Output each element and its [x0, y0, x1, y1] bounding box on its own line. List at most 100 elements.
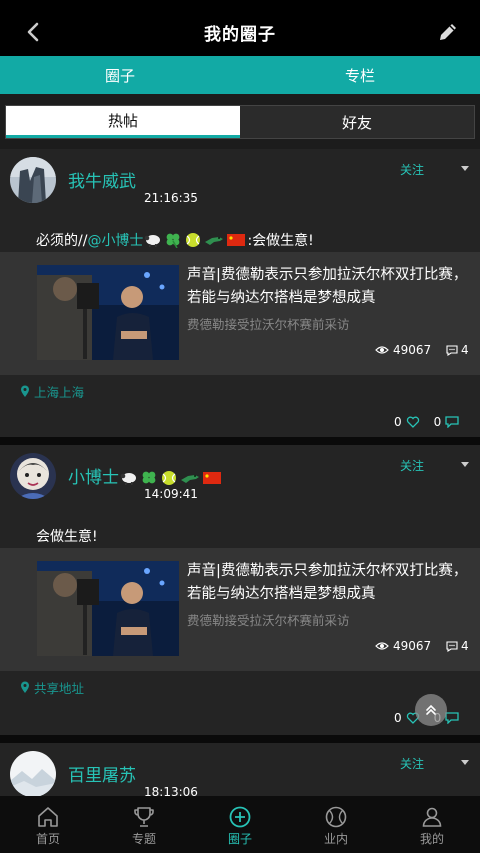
subtab-hot-posts[interactable]: 热帖 — [6, 106, 240, 138]
author-name[interactable]: 小博士 — [68, 463, 223, 488]
avatar[interactable] — [10, 157, 56, 203]
view-count-value: 49067 — [393, 639, 432, 653]
post-item[interactable]: 我牛威武 21:16:35 关注 必须的//@小博士 :会做生意! 声音|费德勒… — [0, 149, 480, 437]
main-tabs: 圈子 专栏 — [0, 56, 480, 94]
circle-plus-icon — [229, 806, 251, 828]
tennis-ball-icon — [325, 806, 347, 828]
location: 共享地址 — [20, 678, 84, 697]
top-nav-bar: 我的圈子 — [0, 8, 480, 56]
back-arrow-icon[interactable] — [22, 20, 46, 44]
clover-emoji-icon — [142, 471, 156, 484]
dropdown-caret-icon[interactable] — [460, 165, 470, 173]
follow-button[interactable]: 关注 — [400, 755, 424, 772]
bottom-nav-label: 圈子 — [227, 832, 252, 846]
sheep-emoji-icon — [120, 473, 136, 485]
post-divider — [0, 437, 480, 445]
status-bar — [0, 0, 480, 8]
avatar[interactable] — [10, 453, 56, 499]
like-count: 0 — [394, 711, 402, 725]
comment-count-value: 4 — [461, 639, 469, 653]
subtabs-container: 热帖 好友 — [0, 94, 480, 149]
article-card[interactable]: 声音|费德勒表示只参加拉沃尔杯双打比赛，若能与纳达尔搭档是梦想成真 费德勒接受拉… — [0, 252, 480, 375]
article-card[interactable]: 声音|费德勒表示只参加拉沃尔杯双打比赛，若能与纳达尔搭档是梦想成真 费德勒接受拉… — [0, 548, 480, 671]
dropdown-caret-icon[interactable] — [460, 461, 470, 469]
china-flag-emoji-icon — [227, 234, 246, 246]
view-count-value: 49067 — [393, 343, 432, 357]
bottom-nav-label: 业内 — [323, 832, 348, 846]
post-time: 21:16:35 — [144, 191, 198, 205]
tennis-ball-emoji-icon — [186, 233, 201, 247]
comment-count-value: 4 — [461, 343, 469, 357]
post-text: 会做生意! — [36, 529, 98, 545]
bottom-nav-mine[interactable]: 我的 — [384, 796, 480, 853]
author-name-text[interactable]: 小博士 — [68, 468, 119, 488]
tab-column[interactable]: 专栏 — [240, 56, 480, 94]
view-count: 49067 — [375, 343, 431, 357]
comment-icon — [446, 344, 458, 356]
comment-icon[interactable] — [445, 416, 459, 428]
location-text: 上海上海 — [34, 385, 85, 400]
bottom-nav-circle[interactable]: 圈子 — [192, 796, 288, 853]
location-text: 共享地址 — [34, 681, 85, 696]
eye-icon — [375, 642, 389, 650]
post-item[interactable]: 百里屠苏 18:13:06 关注 — [0, 743, 480, 796]
avatar[interactable] — [10, 751, 56, 796]
follow-button[interactable]: 关注 — [400, 457, 424, 474]
post-time: 18:13:06 — [144, 785, 198, 796]
comment-icon — [446, 640, 458, 652]
scroll-to-top-button[interactable] — [415, 694, 447, 726]
crocodile-emoji-icon — [205, 237, 224, 245]
location-pin-icon — [21, 681, 29, 693]
view-count: 49067 — [375, 639, 431, 653]
location-pin-icon — [21, 385, 29, 397]
post-text-suffix: :会做生意! — [247, 233, 314, 249]
subtabs: 热帖 好友 — [5, 105, 475, 139]
article-thumbnail — [37, 561, 179, 656]
china-flag-emoji-icon — [203, 472, 221, 484]
comment-icon[interactable] — [445, 712, 459, 724]
bottom-nav-industry[interactable]: 业内 — [288, 796, 384, 853]
eye-icon — [375, 346, 389, 354]
heart-icon[interactable] — [406, 416, 420, 428]
article-subtitle: 费德勒接受拉沃尔杯赛前采访 — [187, 613, 350, 628]
tennis-ball-emoji-icon — [162, 471, 176, 485]
mention-link[interactable]: @小博士 — [87, 233, 143, 249]
follow-button[interactable]: 关注 — [400, 161, 424, 178]
bottom-nav-label: 首页 — [35, 832, 60, 846]
article-subtitle: 费德勒接受拉沃尔杯赛前采访 — [187, 317, 350, 332]
trophy-icon — [134, 807, 154, 827]
bottom-nav: 首页 专题 圈子 业内 我的 — [0, 796, 480, 853]
reply-count: 0 — [433, 415, 442, 429]
bottom-nav-topics[interactable]: 专题 — [96, 796, 192, 853]
post-time: 14:09:41 — [144, 487, 198, 501]
tab-circle[interactable]: 圈子 — [0, 56, 240, 94]
dropdown-caret-icon[interactable] — [460, 759, 470, 767]
bottom-nav-label: 专题 — [131, 832, 156, 846]
post-item[interactable]: 小博士 14:09:41 关注 会做生意! 声音|费德勒表示只参加拉沃尔杯双打比… — [0, 445, 480, 735]
bottom-nav-home[interactable]: 首页 — [0, 796, 96, 853]
like-count: 0 — [394, 415, 402, 429]
edit-pencil-icon[interactable] — [436, 20, 460, 44]
post-text-prefix: 必须的// — [36, 233, 88, 249]
double-chevron-up-icon — [426, 704, 436, 715]
page-title: 我的圈子 — [204, 24, 276, 45]
bottom-nav-label: 我的 — [419, 832, 444, 846]
clover-emoji-icon — [167, 233, 180, 248]
location: 上海上海 — [20, 382, 84, 401]
post-text: 必须的//@小博士 :会做生意! — [36, 230, 314, 250]
comment-count: 4 — [446, 639, 469, 653]
subtab-friends[interactable]: 好友 — [240, 106, 474, 138]
article-title[interactable]: 声音|费德勒表示只参加拉沃尔杯双打比赛，若能与纳达尔搭档是梦想成真 — [187, 264, 472, 310]
article-title[interactable]: 声音|费德勒表示只参加拉沃尔杯双打比赛，若能与纳达尔搭档是梦想成真 — [187, 560, 472, 606]
user-icon — [422, 807, 442, 827]
comment-count: 4 — [446, 343, 469, 357]
home-icon — [38, 807, 58, 827]
sheep-emoji-icon — [145, 235, 161, 247]
post-stats: 0 0 — [394, 415, 459, 429]
post-divider — [0, 735, 480, 743]
crocodile-emoji-icon — [181, 475, 199, 483]
author-name[interactable]: 我牛威武 — [68, 167, 136, 192]
author-name[interactable]: 百里屠苏 — [68, 761, 136, 786]
article-thumbnail — [37, 265, 179, 360]
post-feed[interactable]: 我牛威武 21:16:35 关注 必须的//@小博士 :会做生意! 声音|费德勒… — [0, 149, 480, 796]
